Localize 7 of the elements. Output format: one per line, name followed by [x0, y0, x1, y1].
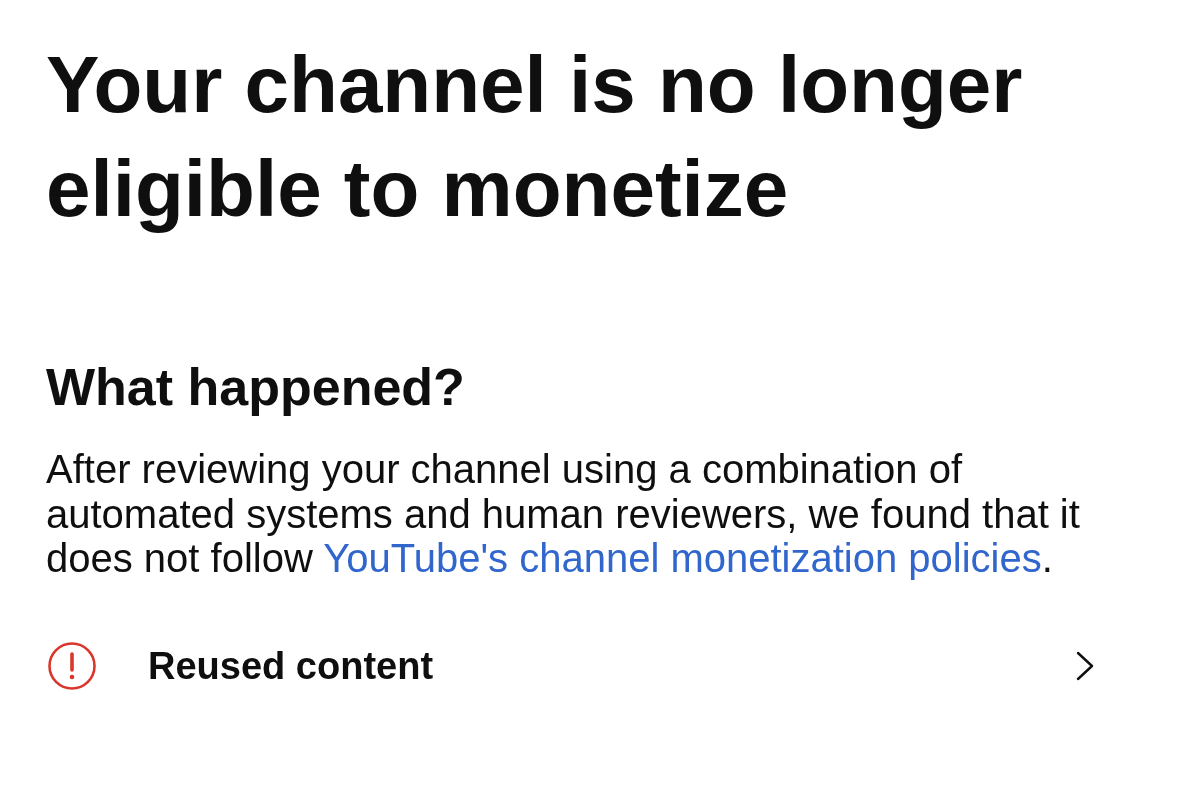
page-title: Your channel is no longer eligible to monetize	[46, 39, 1024, 235]
section-heading: What happened?	[46, 357, 466, 417]
reason-item[interactable]: Reused content	[46, 641, 1094, 690]
exclamation-circle-icon	[48, 641, 96, 690]
chevron-right-icon	[1076, 650, 1094, 681]
policies-link[interactable]: YouTube's channel monetization policies	[323, 536, 1042, 580]
explanation-text: After reviewing your channel using a combination of automated systems and human reviewers, we found that it does not follow YouTube's channel monetization policies.	[46, 447, 1081, 581]
